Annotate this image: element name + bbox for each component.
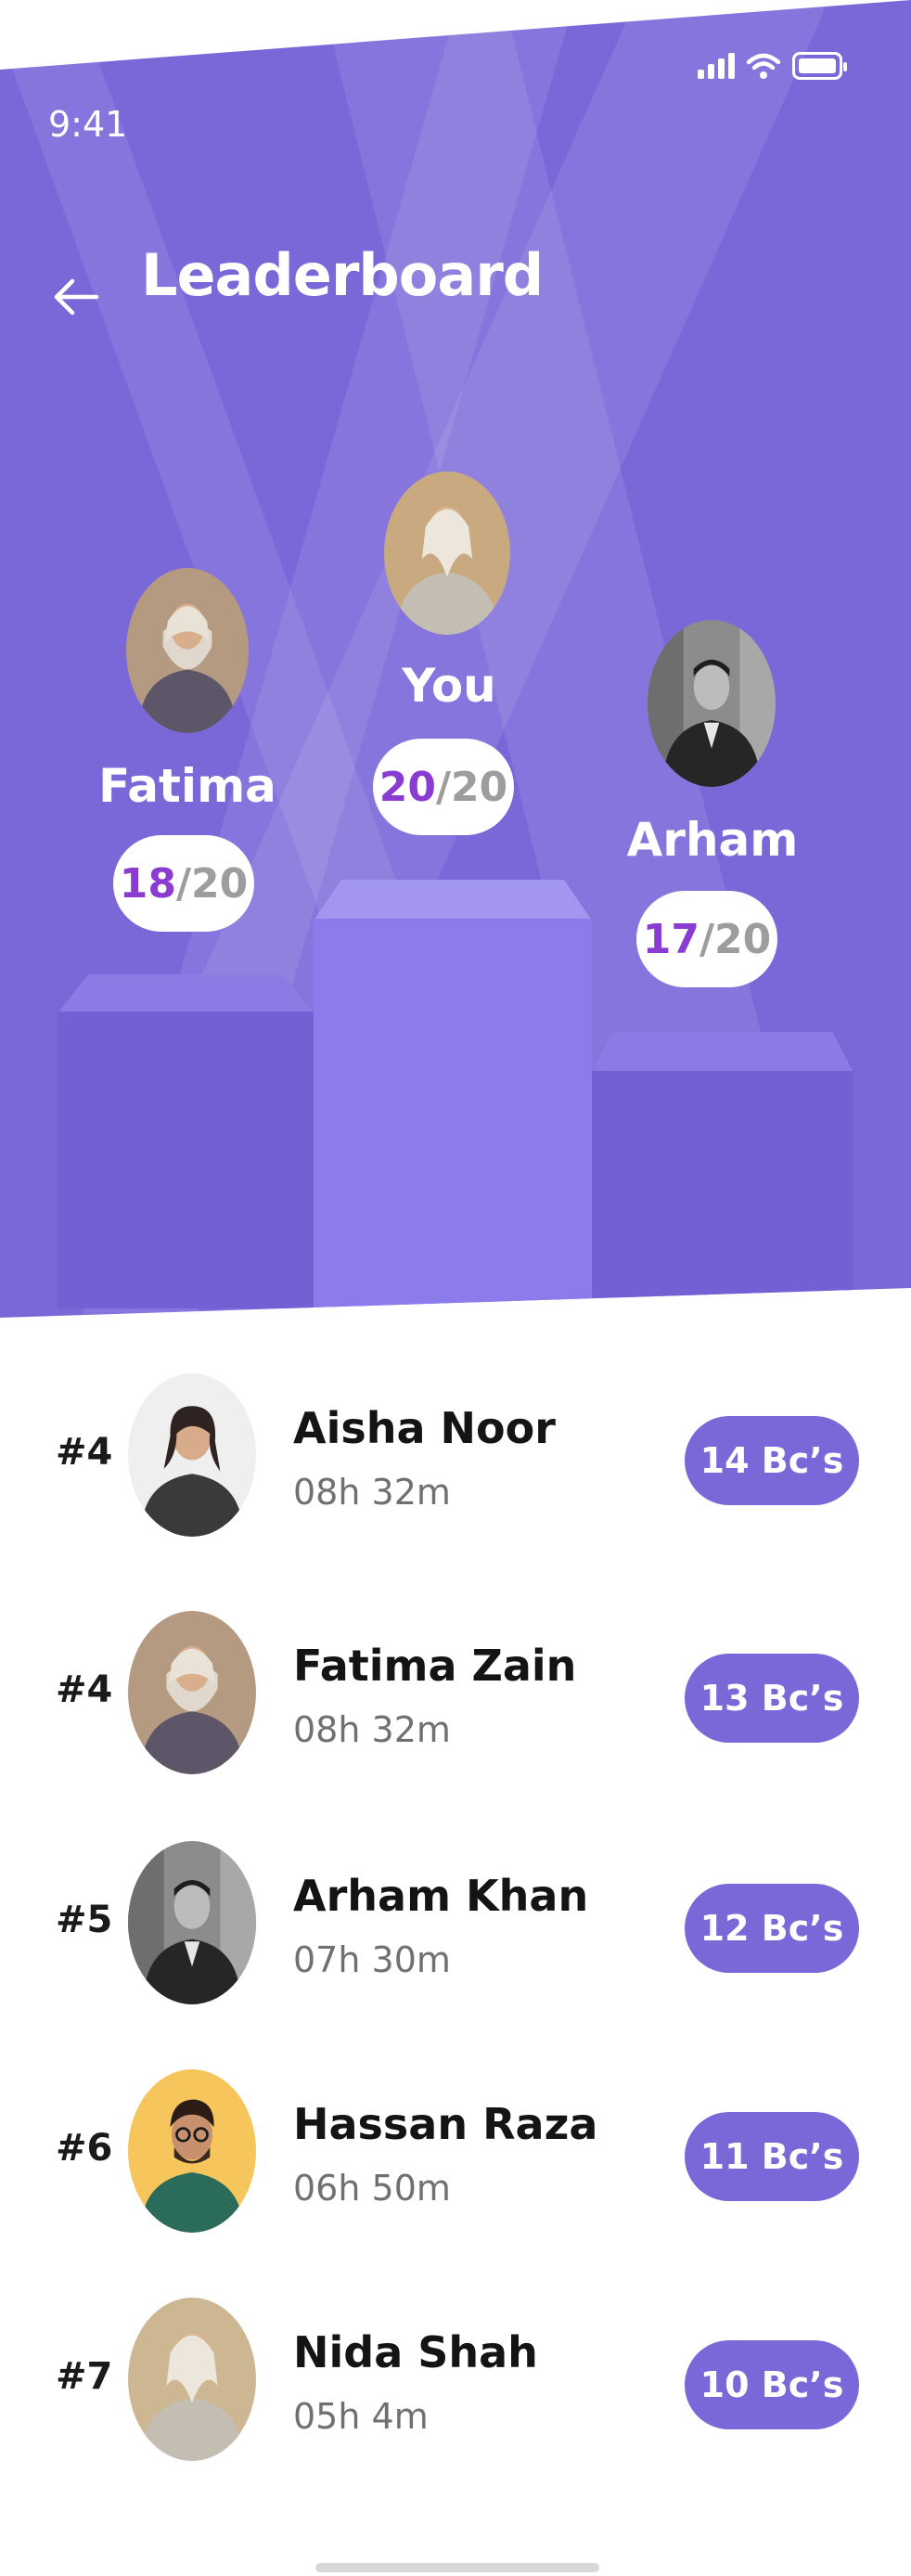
wifi-icon — [746, 53, 781, 79]
rank-label: #4 — [56, 1431, 113, 1474]
podium-left-top — [58, 974, 314, 1013]
page-title: Leaderboard — [141, 241, 544, 309]
rank-label: #6 — [56, 2127, 113, 2170]
avatar — [128, 2298, 256, 2461]
cellular-signal-icon — [698, 53, 735, 79]
podium-name-first: You — [402, 659, 496, 713]
points-badge: 12 Bc’s — [685, 1884, 859, 1973]
user-name: Nida Shah — [293, 2327, 538, 2377]
podium-score-first: 20/20 — [373, 739, 514, 835]
battery-icon — [792, 52, 847, 80]
podium-left — [58, 1011, 314, 1308]
points-badge: 14 Bc’s — [685, 1416, 859, 1505]
arrow-left-icon — [54, 278, 99, 316]
user-time: 08h 32m — [293, 1472, 451, 1513]
user-name: Hassan Raza — [293, 2099, 598, 2149]
avatar — [128, 2069, 256, 2233]
avatar[interactable] — [126, 568, 249, 733]
leaderboard-screen: 9:41 Leaderboard Fatima 18/20 You 20 / 2… — [0, 0, 911, 2576]
user-time: 06h 50m — [293, 2168, 451, 2209]
home-indicator[interactable] — [315, 2563, 599, 2572]
list-item[interactable]: #5 Arham Khan 07h 30m 12 Bc’s — [56, 1826, 872, 2012]
podium-name-third: Arham — [626, 813, 799, 867]
podium-right-top — [592, 1032, 853, 1073]
points-badge: 11 Bc’s — [685, 2112, 859, 2201]
list-item[interactable]: #6 Hassan Raza 06h 50m 11 Bc’s — [56, 2054, 872, 2240]
user-name: Arham Khan — [293, 1871, 589, 1921]
list-item[interactable]: #7 Nida Shah 05h 4m 10 Bc’s — [56, 2283, 872, 2468]
podium-score-third: 17/20 — [636, 891, 777, 987]
user-name: Aisha Noor — [293, 1403, 556, 1453]
points-badge: 13 Bc’s — [685, 1654, 859, 1743]
status-icons — [698, 52, 847, 80]
points-badge: 10 Bc’s — [685, 2340, 859, 2429]
user-time: 05h 4m — [293, 2396, 429, 2437]
list-item[interactable]: #4 Aisha Noor 08h 32m 14 Bc’s — [56, 1359, 872, 1544]
avatar[interactable] — [648, 620, 776, 787]
rank-label: #7 — [56, 2355, 113, 2398]
avatar — [128, 1841, 256, 2004]
podium-name-second: Fatima — [98, 759, 276, 813]
rank-label: #4 — [56, 1668, 113, 1711]
list-item[interactable]: #4 Fatima Zain 08h 32m 13 Bc’s — [56, 1596, 872, 1782]
back-button[interactable] — [52, 271, 111, 323]
avatar — [128, 1373, 256, 1537]
podium-center — [314, 919, 592, 1308]
status-time: 9:41 — [48, 104, 128, 145]
user-time: 07h 30m — [293, 1939, 451, 1980]
podium-score-second: 18/20 — [113, 835, 254, 932]
user-name: Fatima Zain — [293, 1641, 577, 1691]
rank-label: #5 — [56, 1899, 113, 1941]
user-time: 08h 32m — [293, 1709, 451, 1750]
podium-center-top — [314, 880, 592, 921]
podium-right — [592, 1071, 853, 1303]
avatar[interactable] — [384, 471, 510, 635]
avatar — [128, 1611, 256, 1774]
